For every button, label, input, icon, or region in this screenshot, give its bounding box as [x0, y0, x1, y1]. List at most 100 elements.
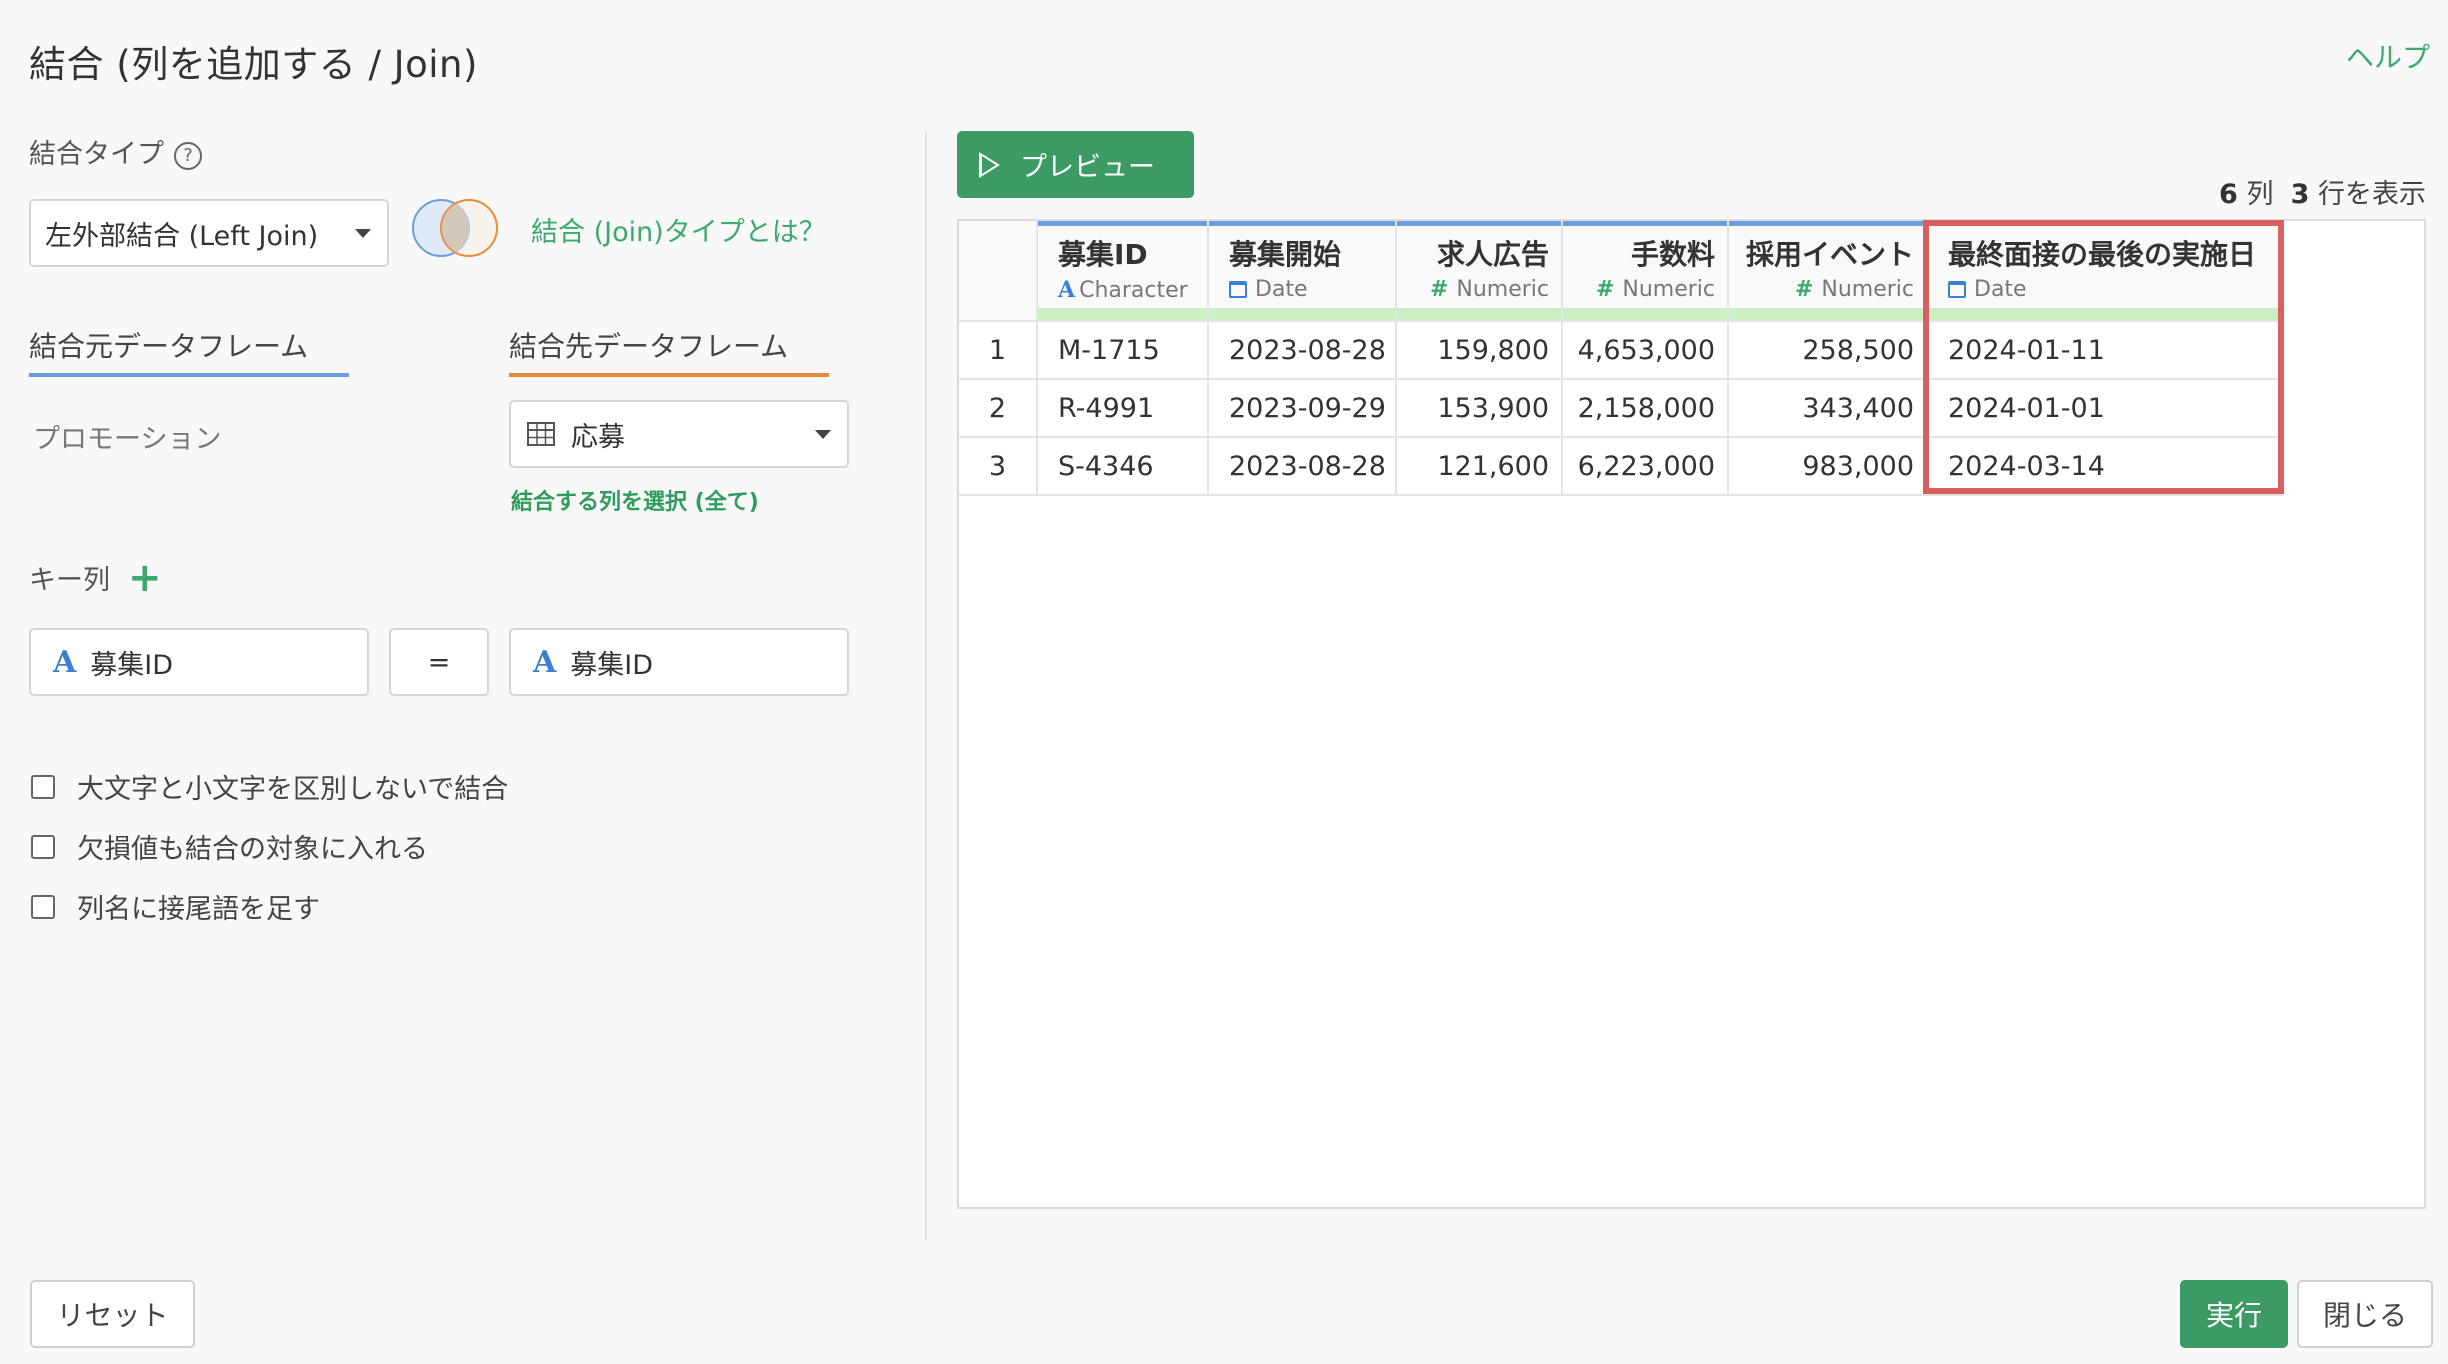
- join-type-select[interactable]: 左外部結合 (Left Join): [29, 199, 389, 267]
- column-type: # Numeric: [1729, 277, 1914, 302]
- table-cell: 983,000: [1728, 437, 1928, 496]
- column-quality-bar: [1038, 308, 1207, 320]
- option-include-missing[interactable]: 欠損値も結合の対象に入れる: [31, 827, 428, 866]
- row-col-count: 6 列 3 行を表示: [2219, 172, 2426, 211]
- checkbox[interactable]: [31, 774, 55, 799]
- chevron-down-icon: [355, 229, 371, 238]
- numeric-type-icon: #: [1429, 277, 1449, 302]
- column-header[interactable]: 募集ID A Character: [1037, 221, 1209, 322]
- column-topbar: [1729, 221, 1926, 226]
- calendar-icon: [1229, 281, 1247, 298]
- column-quality-bar: [1397, 308, 1561, 320]
- help-link[interactable]: ヘルプ: [2346, 36, 2430, 76]
- select-columns-link[interactable]: 結合する列を選択 (全て): [511, 484, 759, 516]
- key-columns-header: キー列 +: [29, 558, 162, 598]
- right-key-select[interactable]: A 募集ID: [509, 628, 849, 696]
- option-label: 大文字と小文字を区別しないで結合: [77, 774, 509, 805]
- target-frame-select[interactable]: 応募: [509, 400, 849, 468]
- tab-source-frame[interactable]: 結合元データフレーム: [29, 325, 308, 365]
- chevron-down-icon: [815, 430, 831, 439]
- venn-diagram-icon: [412, 199, 498, 257]
- column-name: 求人広告: [1436, 238, 1549, 271]
- column-header[interactable]: 募集開始 Date: [1208, 221, 1397, 322]
- character-type-icon: A: [533, 644, 557, 680]
- key-operator-select[interactable]: =: [389, 628, 489, 696]
- column-header[interactable]: 求人広告 # Numeric: [1396, 221, 1563, 322]
- highlight-box: [1923, 220, 2284, 494]
- preview-button-label: プレビュー: [1020, 152, 1155, 183]
- row-number: 1: [959, 321, 1038, 380]
- option-label: 列名に接尾語を足す: [77, 894, 320, 925]
- checkbox[interactable]: [31, 834, 55, 859]
- table-cell: 2,158,000: [1562, 379, 1729, 438]
- row-number: 2: [959, 379, 1038, 438]
- panel-divider: [925, 130, 927, 1240]
- checkbox[interactable]: [31, 894, 55, 919]
- dialog-title: 結合 (列を追加する / Join): [29, 43, 478, 86]
- option-add-suffix[interactable]: 列名に接尾語を足す: [31, 887, 320, 926]
- target-frame-value: 応募: [571, 421, 625, 453]
- option-case-insensitive[interactable]: 大文字と小文字を区別しないで結合: [31, 767, 508, 806]
- column-name: 手数料: [1630, 238, 1715, 271]
- table-cell: 4,653,000: [1562, 321, 1729, 380]
- table-cell: 343,400: [1728, 379, 1928, 438]
- help-circle-icon[interactable]: ?: [174, 141, 202, 170]
- col-unit: 列: [2246, 179, 2274, 210]
- left-key-select[interactable]: A 募集ID: [29, 628, 369, 696]
- table-cell: S-4346: [1037, 437, 1209, 496]
- table-cell: 159,800: [1396, 321, 1563, 380]
- target-tab-underline: [509, 373, 829, 377]
- join-type-label: 結合タイプ?: [29, 132, 202, 171]
- table-icon: [527, 422, 555, 446]
- join-type-info-link[interactable]: 結合 (Join)タイプとは？: [531, 210, 826, 249]
- reset-button[interactable]: リセット: [30, 1280, 195, 1348]
- row-number: 3: [959, 437, 1038, 496]
- table-cell: 6,223,000: [1562, 437, 1729, 496]
- key-operator-value: =: [427, 646, 451, 678]
- table-cell: M-1715: [1037, 321, 1209, 380]
- column-type-label: Numeric: [1622, 277, 1715, 302]
- option-label: 欠損値も結合の対象に入れる: [77, 834, 428, 865]
- row-number-header: [959, 221, 1038, 322]
- table-cell: 153,900: [1396, 379, 1563, 438]
- row-count: 3: [2290, 179, 2310, 210]
- column-topbar: [1038, 221, 1207, 226]
- preview-button[interactable]: プレビュー: [957, 131, 1194, 198]
- column-name: 募集ID: [1058, 238, 1148, 271]
- column-type-label: Character: [1079, 278, 1188, 303]
- table-cell: 2023-09-29: [1208, 379, 1397, 438]
- join-type-value: 左外部結合 (Left Join): [45, 220, 319, 252]
- column-quality-bar: [1729, 308, 1926, 320]
- source-tab-underline: [29, 373, 349, 377]
- table-cell: 121,600: [1396, 437, 1563, 496]
- column-topbar: [1209, 221, 1395, 226]
- source-frame-name: プロモーション: [33, 424, 222, 455]
- column-type-label: Numeric: [1456, 277, 1549, 302]
- tab-target-frame[interactable]: 結合先データフレーム: [509, 325, 788, 365]
- column-topbar: [1397, 221, 1561, 226]
- column-type-label: Date: [1255, 277, 1308, 302]
- column-type: # Numeric: [1563, 277, 1715, 302]
- numeric-type-icon: #: [1595, 277, 1615, 302]
- add-key-icon[interactable]: +: [128, 558, 162, 598]
- table-cell: 2023-08-28: [1208, 437, 1397, 496]
- join-type-label-text: 結合タイプ: [29, 139, 164, 170]
- table-cell: R-4991: [1037, 379, 1209, 438]
- right-key-value: 募集ID: [570, 649, 654, 681]
- column-header[interactable]: 手数料 # Numeric: [1562, 221, 1729, 322]
- column-topbar: [1563, 221, 1727, 226]
- column-header[interactable]: 採用イベント # Numeric: [1728, 221, 1928, 322]
- row-unit: 行を表示: [2318, 179, 2426, 210]
- table-cell: 258,500: [1728, 321, 1928, 380]
- play-icon: [979, 151, 1000, 178]
- column-quality-bar: [1563, 308, 1727, 320]
- left-key-value: 募集ID: [90, 649, 174, 681]
- column-quality-bar: [1209, 308, 1395, 320]
- numeric-type-icon: #: [1794, 277, 1814, 302]
- column-name: 採用イベント: [1745, 238, 1914, 271]
- character-type-icon: A: [1058, 277, 1076, 303]
- close-button[interactable]: 閉じる: [2297, 1280, 2433, 1348]
- column-type-label: Numeric: [1821, 277, 1914, 302]
- run-button[interactable]: 実行: [2180, 1280, 2288, 1348]
- key-columns-label: キー列: [29, 565, 110, 596]
